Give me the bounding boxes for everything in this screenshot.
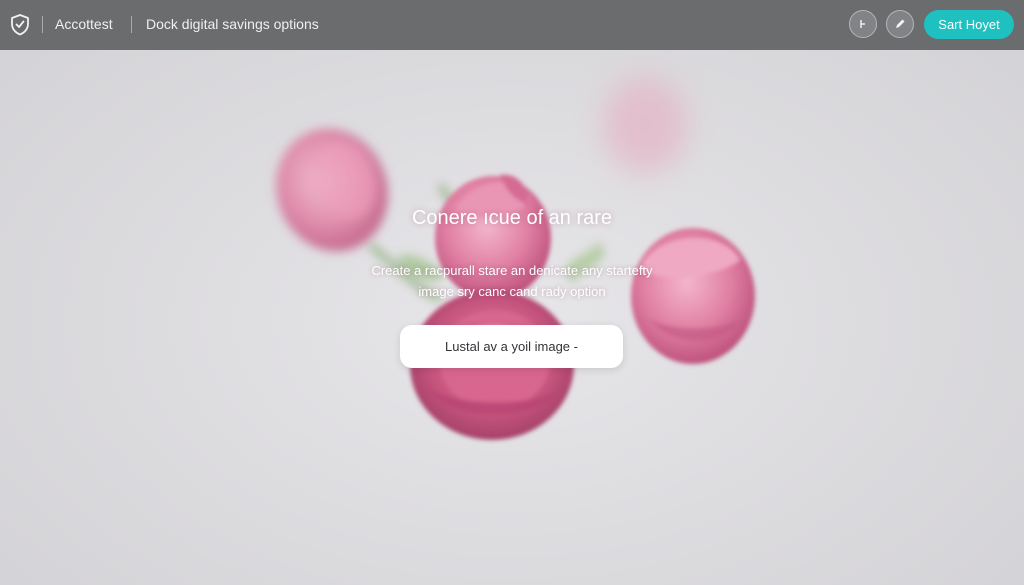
divider <box>42 16 43 33</box>
top-navigation-bar: Accottest Dock digital savings options S… <box>0 0 1024 50</box>
page-section-title[interactable]: Dock digital savings options <box>146 16 319 32</box>
cursor-icon <box>860 20 865 28</box>
brand-name[interactable]: Accottest <box>55 16 113 32</box>
hero-subtitle-line: image sry canc cand rady option <box>418 284 606 299</box>
pencil-icon <box>896 19 905 28</box>
divider <box>131 16 132 33</box>
hero-subtitle-line: Create a racpurall stare an denicate any… <box>371 263 653 278</box>
app-page: Accottest Dock digital savings options S… <box>0 0 1024 585</box>
start-button[interactable]: Sart Hoyet <box>924 10 1014 39</box>
hero-flower-image <box>276 77 755 440</box>
edit-tool-button[interactable] <box>886 10 914 38</box>
shield-check-icon[interactable] <box>8 13 32 37</box>
cursor-tool-button[interactable] <box>849 10 877 38</box>
hero-title: Conere ıcue of an rare <box>411 207 613 229</box>
upload-image-button[interactable]: Lustal av a yoil image - <box>400 325 623 368</box>
hero-subtitle: Create a racpurall stare an denicate any… <box>312 260 712 302</box>
